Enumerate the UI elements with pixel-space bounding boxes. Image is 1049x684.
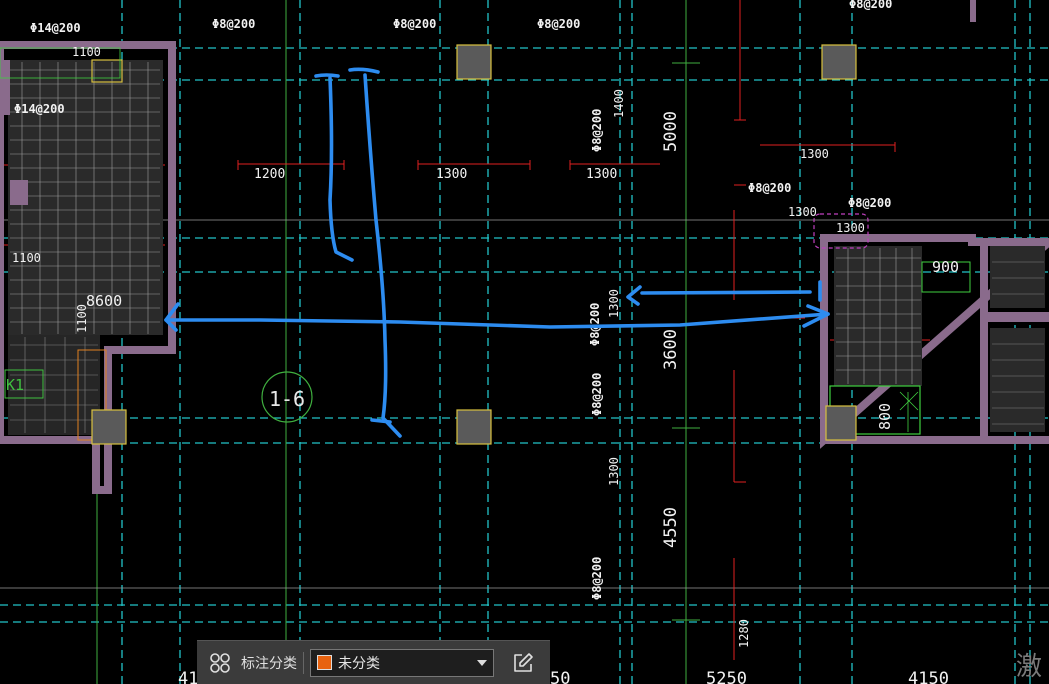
dim-text: 1300 xyxy=(607,457,621,486)
watermark: 激 xyxy=(1016,652,1042,682)
dim-text: 41 xyxy=(178,669,198,684)
cad-drawing-canvas[interactable]: 1-6 Φ8@200 Φ8@200 Φ8@200 Φ14@200 Φ14@200… xyxy=(0,0,1049,684)
dim-text: 4550 xyxy=(661,507,681,548)
rebar-label: Φ8@200 xyxy=(748,181,791,195)
chevron-down-icon xyxy=(477,659,487,666)
annotation-toolbar: 标注分类 未分类 xyxy=(197,640,550,684)
dim-text: 800 xyxy=(876,403,894,430)
rebar-label: Φ8@200 xyxy=(537,17,580,31)
dim-text: 5250 xyxy=(706,669,747,684)
dim-text: 1300 xyxy=(800,147,829,161)
rebar-label: Φ8@200 xyxy=(212,17,255,31)
dim-text: 900 xyxy=(932,258,959,276)
rebar-label: Φ8@200 xyxy=(393,17,436,31)
dim-text: 4150 xyxy=(908,669,949,684)
dim-text: 1300 xyxy=(836,221,865,235)
edit-button[interactable] xyxy=(508,648,538,678)
grid-view-button[interactable] xyxy=(205,648,235,678)
dim-text: 1300 xyxy=(436,167,467,182)
dim-text: 5000 xyxy=(661,111,681,152)
grid-icon xyxy=(210,652,230,673)
edit-icon xyxy=(514,652,533,672)
dim-text: 1100 xyxy=(12,251,41,265)
dim-text: 1100 xyxy=(72,45,101,59)
dim-text: 1300 xyxy=(586,167,617,182)
dim-text: 1300 xyxy=(607,289,621,318)
dim-text: 1280 xyxy=(737,619,751,648)
rebar-label: Φ8@200 xyxy=(590,557,604,600)
rebar-label: Φ14@200 xyxy=(14,102,65,116)
dim-text: 1200 xyxy=(254,167,285,182)
rebar-label: Φ8@200 xyxy=(848,196,891,210)
dim-text: 50 xyxy=(550,669,570,684)
category-select[interactable]: 未分类 xyxy=(310,648,494,677)
dim-text: 1300 xyxy=(788,205,817,219)
rebar-label: Φ14@200 xyxy=(30,21,81,35)
dim-text: K1 xyxy=(6,376,24,394)
dim-text: 8600 xyxy=(86,292,122,310)
rebar-label: Φ8@200 xyxy=(590,109,604,152)
category-select-value: 未分类 xyxy=(338,654,380,671)
annotation-category-label: 标注分类 xyxy=(241,654,297,671)
dim-text: 1400 xyxy=(612,89,626,118)
rebar-label: Φ8@200 xyxy=(849,0,892,11)
dim-text: 3600 xyxy=(661,329,681,370)
rebar-label: Φ8@200 xyxy=(588,303,602,346)
toolbar-divider xyxy=(303,651,304,674)
grid-axis-marker-label: 1-6 xyxy=(269,387,305,411)
category-color-swatch xyxy=(317,655,332,670)
rebar-label: Φ8@200 xyxy=(590,373,604,416)
